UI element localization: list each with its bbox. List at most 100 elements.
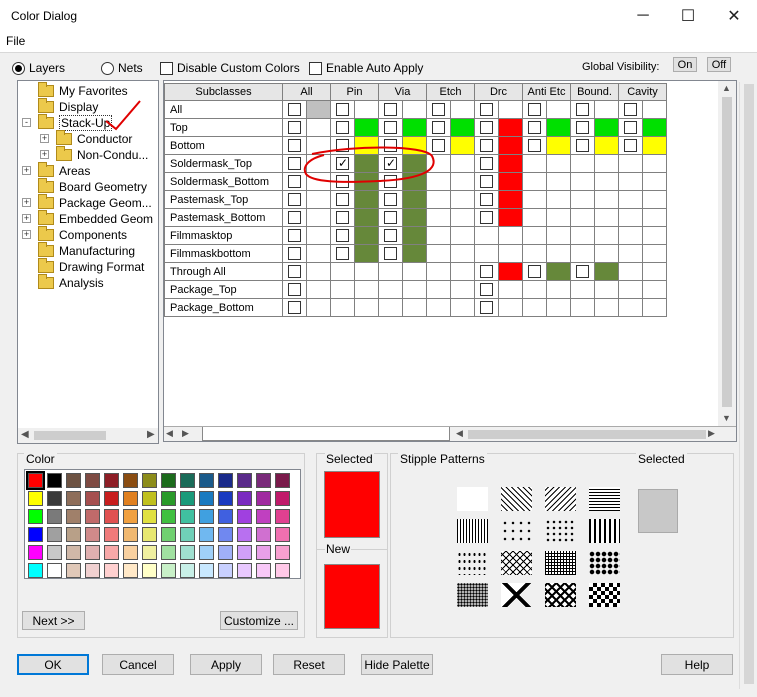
color-swatch[interactable]	[142, 509, 157, 524]
color-swatch[interactable]	[104, 545, 119, 560]
column-header[interactable]: All	[282, 83, 331, 101]
visibility-checkbox[interactable]	[288, 193, 301, 206]
tab-left-icon[interactable]: ◀	[166, 428, 173, 439]
stipple-pattern[interactable]	[545, 519, 576, 543]
color-swatch-cell[interactable]	[354, 190, 379, 209]
tree-item[interactable]: My Favorites	[38, 82, 128, 99]
color-swatch[interactable]	[275, 491, 290, 506]
color-swatch-cell[interactable]	[498, 154, 523, 173]
visibility-checkbox[interactable]	[384, 139, 397, 152]
color-swatch[interactable]	[142, 473, 157, 488]
visibility-checkbox[interactable]	[480, 211, 493, 224]
color-swatch[interactable]	[180, 509, 195, 524]
visibility-checkbox[interactable]	[288, 283, 301, 296]
color-swatch[interactable]	[237, 545, 252, 560]
tree-scroll-thumb[interactable]	[34, 431, 106, 440]
color-swatch[interactable]	[123, 545, 138, 560]
color-swatch[interactable]	[47, 509, 62, 524]
visibility-checkbox[interactable]	[288, 211, 301, 224]
color-swatch[interactable]	[47, 491, 62, 506]
checkbox-cell[interactable]	[330, 190, 355, 209]
visibility-checkbox[interactable]	[384, 175, 397, 188]
checkbox-cell[interactable]	[570, 100, 595, 119]
visibility-checkbox[interactable]	[336, 247, 349, 260]
color-swatch[interactable]	[180, 527, 195, 542]
stipple-pattern[interactable]	[501, 583, 532, 607]
all-cell[interactable]	[282, 280, 307, 299]
color-swatch-cell[interactable]	[402, 154, 427, 173]
color-swatch-cell[interactable]	[354, 136, 379, 155]
global-off-button[interactable]: Off	[707, 57, 731, 72]
visibility-checkbox[interactable]	[384, 229, 397, 242]
tree-item[interactable]: Areas	[38, 162, 90, 179]
scroll-right-icon[interactable]: ▶	[147, 429, 155, 440]
color-swatch[interactable]	[218, 545, 233, 560]
scroll-up-icon[interactable]: ▲	[722, 83, 731, 93]
color-swatch[interactable]	[199, 473, 214, 488]
color-swatch-cell[interactable]	[642, 118, 667, 137]
color-swatch[interactable]	[47, 527, 62, 542]
minimize-button[interactable]: ─	[620, 0, 666, 32]
color-swatch-cell[interactable]	[498, 136, 523, 155]
tree-item[interactable]: Package Geom...	[38, 194, 152, 211]
color-swatch-cell[interactable]	[594, 136, 619, 155]
color-swatch[interactable]	[256, 545, 271, 560]
color-swatch[interactable]	[85, 545, 100, 560]
color-swatch[interactable]	[85, 563, 100, 578]
visibility-checkbox[interactable]	[288, 229, 301, 242]
color-swatch[interactable]	[66, 545, 81, 560]
color-swatch[interactable]	[26, 471, 45, 490]
scroll-left-icon[interactable]: ◀	[21, 429, 29, 440]
tree-item[interactable]: Drawing Format	[38, 258, 144, 275]
help-button[interactable]: Help	[661, 654, 733, 675]
expand-icon[interactable]: +	[22, 214, 31, 223]
visibility-checkbox[interactable]	[336, 103, 349, 116]
color-swatch[interactable]	[142, 527, 157, 542]
visibility-checkbox[interactable]	[528, 265, 541, 278]
color-swatch[interactable]	[180, 473, 195, 488]
color-swatch[interactable]	[66, 509, 81, 524]
customize-button[interactable]: Customize ...	[220, 611, 298, 630]
checkbox-cell[interactable]	[474, 136, 499, 155]
color-swatch[interactable]	[256, 473, 271, 488]
visibility-checkbox[interactable]	[432, 139, 445, 152]
checkbox-cell[interactable]	[474, 190, 499, 209]
color-swatch[interactable]	[28, 545, 43, 560]
color-swatch[interactable]	[142, 491, 157, 506]
tree-item[interactable]: Board Geometry	[38, 178, 147, 195]
visibility-checkbox[interactable]	[432, 121, 445, 134]
checkbox-cell[interactable]	[330, 244, 355, 263]
all-cell[interactable]	[282, 190, 307, 209]
visibility-checkbox[interactable]	[288, 175, 301, 188]
all-cell[interactable]	[282, 172, 307, 191]
sheet-tab[interactable]	[202, 427, 450, 441]
visibility-checkbox[interactable]	[576, 121, 589, 134]
checkbox-cell[interactable]	[474, 280, 499, 299]
color-swatch-cell[interactable]	[498, 262, 523, 281]
all-cell[interactable]	[282, 208, 307, 227]
checkbox-cell[interactable]	[378, 118, 403, 137]
checkbox-cell[interactable]	[618, 100, 643, 119]
visibility-checkbox[interactable]	[480, 265, 493, 278]
color-swatch-cell[interactable]	[354, 244, 379, 263]
color-swatch[interactable]	[218, 473, 233, 488]
checkbox-cell[interactable]	[522, 118, 547, 137]
checkbox-cell[interactable]	[378, 100, 403, 119]
all-cell[interactable]	[282, 136, 307, 155]
color-swatch-cell[interactable]	[354, 226, 379, 245]
visibility-checkbox[interactable]	[528, 139, 541, 152]
checkbox-cell[interactable]	[618, 136, 643, 155]
checkbox-cell[interactable]	[330, 226, 355, 245]
visibility-checkbox[interactable]	[480, 301, 493, 314]
checkbox-cell[interactable]	[330, 172, 355, 191]
column-header[interactable]: Cavity	[618, 83, 667, 101]
color-swatch[interactable]	[85, 473, 100, 488]
tab-right-icon[interactable]: ▶	[182, 428, 189, 439]
color-swatch-cell[interactable]	[594, 262, 619, 281]
checkbox-cell[interactable]	[426, 100, 451, 119]
color-swatch-cell[interactable]	[546, 136, 571, 155]
checkbox-cell[interactable]	[378, 136, 403, 155]
color-swatch-cell[interactable]	[546, 262, 571, 281]
checkbox-cell[interactable]	[474, 100, 499, 119]
color-swatch[interactable]	[161, 473, 176, 488]
